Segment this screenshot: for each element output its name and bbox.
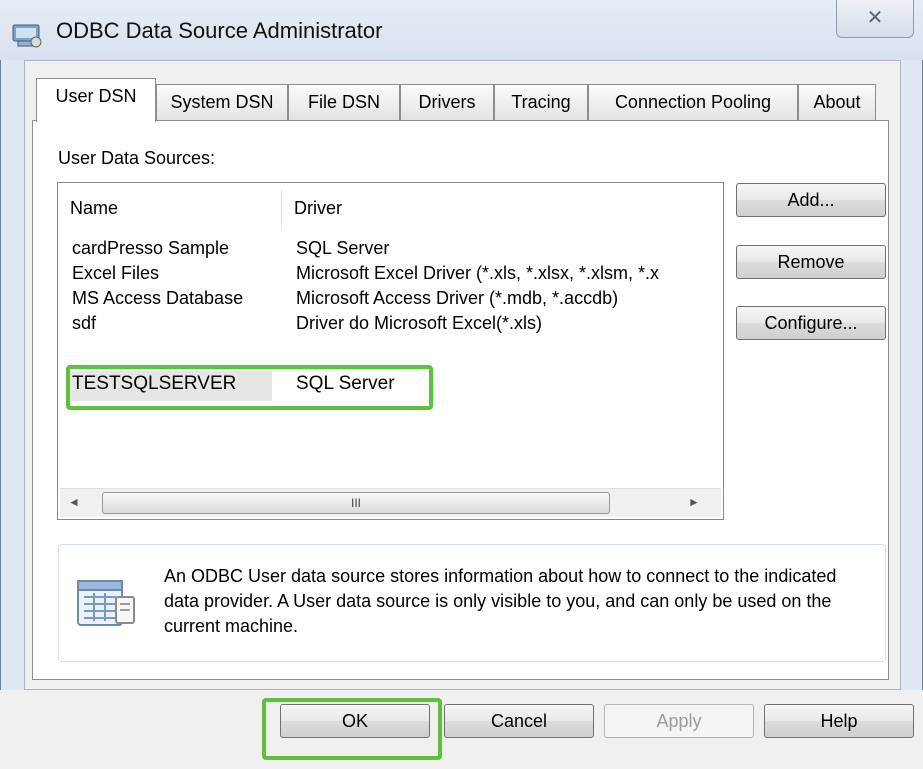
odbc-app-icon (12, 22, 42, 48)
user-data-sources-label: User Data Sources: (58, 148, 216, 168)
info-description: An ODBC User data source stores informat… (164, 566, 837, 636)
scroll-left-icon[interactable]: ◄ (64, 490, 84, 514)
tab-about[interactable]: About (798, 84, 876, 120)
row-name-ms-access-database[interactable]: MS Access Database (72, 288, 277, 309)
row-driver-cardpresso-sample[interactable]: SQL Server (296, 238, 720, 259)
tab-drivers[interactable]: Drivers (400, 84, 494, 120)
row-name-excel-files[interactable]: Excel Files (72, 263, 277, 284)
scroll-thumb[interactable]: III (102, 492, 610, 514)
add-button[interactable]: Add... (736, 183, 886, 217)
data-source-icon (74, 575, 140, 631)
window-title: ODBC Data Source Administrator (56, 18, 383, 43)
row-name-sdf[interactable]: sdf (72, 313, 277, 334)
column-header-name[interactable]: Name (58, 190, 281, 228)
tab-system-dsn[interactable]: System DSN (156, 84, 288, 120)
row-driver-excel-files[interactable]: Microsoft Excel Driver (*.xls, *.xlsx, *… (296, 263, 720, 284)
remove-button[interactable]: Remove (736, 245, 886, 279)
configure-button[interactable]: Configure... (736, 306, 886, 340)
tab-user-dsn[interactable]: User DSN (36, 78, 156, 122)
tab-connection-pooling[interactable]: Connection Pooling (588, 84, 798, 120)
tab-tracing[interactable]: Tracing (494, 84, 588, 120)
ok-button-highlight-box (262, 698, 442, 760)
column-header-driver[interactable]: Driver (282, 190, 720, 228)
row-driver-ms-access-database[interactable]: Microsoft Access Driver (*.mdb, *.accdb) (296, 288, 720, 309)
help-button[interactable]: Help (764, 704, 914, 738)
row-driver-sdf[interactable]: Driver do Microsoft Excel(*.xls) (296, 313, 720, 334)
row-name-cardpresso-sample[interactable]: cardPresso Sample (72, 238, 277, 259)
tab-file-dsn[interactable]: File DSN (288, 84, 400, 120)
close-icon: ✕ (866, 7, 884, 29)
close-button[interactable]: ✕ (836, 0, 914, 38)
testsqlserver-highlight-box (66, 365, 433, 410)
data-sources-list[interactable] (57, 182, 724, 520)
cancel-button[interactable]: Cancel (444, 704, 594, 738)
apply-button[interactable]: Apply (604, 704, 754, 738)
scroll-right-icon[interactable]: ► (684, 490, 704, 514)
